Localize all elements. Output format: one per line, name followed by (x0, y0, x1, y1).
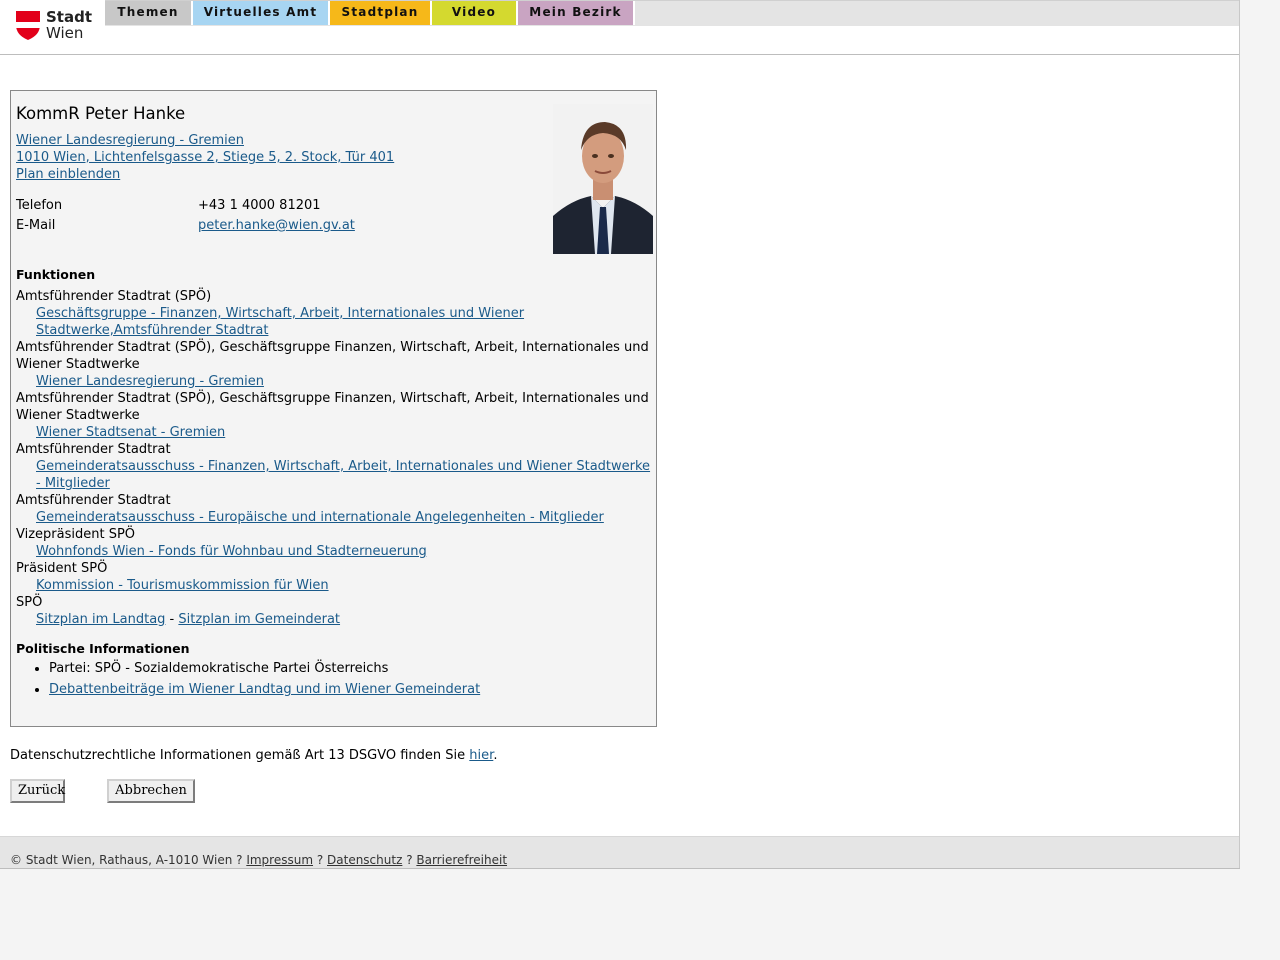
person-name: KommR Peter Hanke (16, 104, 186, 123)
show-map-link[interactable]: Plan einblenden (16, 167, 120, 182)
person-card: KommR Peter Hanke Wiener Landesregierung… (10, 90, 657, 727)
address-link[interactable]: 1010 Wien, Lichtenfelsgasse 2, Stiege 5,… (16, 150, 394, 165)
function-link[interactable]: Wiener Landesregierung - Gremien (36, 374, 264, 389)
footer-separator: ? (313, 853, 328, 867)
datenschutz-link[interactable]: Datenschutz (327, 853, 402, 867)
functions-heading: Funktionen (16, 267, 96, 282)
page: Stadt Wien Themen Virtuelles Amt Stadtpl… (0, 0, 1240, 869)
vienna-shield-icon (16, 11, 40, 40)
page-edge (1239, 0, 1240, 868)
footer-separator: ? (402, 853, 417, 867)
function-link[interactable]: Wohnfonds Wien - Fonds für Wohnbau und S… (36, 544, 427, 559)
function-role: Amtsführender Stadtrat (SPÖ) (16, 289, 212, 304)
function-role: SPÖ (16, 595, 43, 610)
seat-separator: - (165, 612, 179, 627)
phone-label: Telefon (16, 198, 63, 213)
function-link[interactable]: Gemeinderatsausschuss - Europäische und … (36, 510, 604, 525)
privacy-text: Datenschutzrechtliche Informationen gemä… (10, 748, 470, 763)
tab-virtuelles-amt[interactable]: Virtuelles Amt (193, 1, 330, 25)
function-link[interactable]: Kommission - Tourismuskommission für Wie… (36, 578, 329, 593)
barrierefreiheit-link[interactable]: Barrierefreiheit (416, 853, 507, 867)
email-link[interactable]: peter.hanke@wien.gv.at (198, 218, 355, 233)
logo-line-2: Wien (46, 24, 84, 42)
political-list: Partei: SPÖ - Sozialdemokratische Partei… (16, 658, 480, 700)
site-header: Stadt Wien Themen Virtuelles Amt Stadtpl… (0, 0, 1240, 55)
privacy-link[interactable]: hier (469, 748, 493, 763)
seat-plan-gemeinderat-link[interactable]: Sitzplan im Gemeinderat (178, 612, 340, 627)
function-role: Präsident SPÖ (16, 561, 108, 576)
function-link[interactable]: Gemeinderatsausschuss - Finanzen, Wirtsc… (36, 459, 650, 491)
tab-mein-bezirk[interactable]: Mein Bezirk (518, 1, 635, 25)
debates-item: Debattenbeiträge im Wiener Landtag und i… (49, 679, 480, 700)
function-link[interactable]: Wiener Stadtsenat - Gremien (36, 425, 225, 440)
function-role: Amtsführender Stadtrat (SPÖ), Geschäftsg… (16, 340, 649, 372)
email-label: E-Mail (16, 218, 56, 233)
back-button[interactable]: Zurück (10, 779, 65, 803)
tab-themen[interactable]: Themen (105, 1, 193, 25)
footer-copyright: © Stadt Wien, Rathaus, A-1010 Wien ? (10, 853, 247, 867)
logo-line-1: Stadt (46, 8, 93, 26)
person-photo (553, 104, 653, 254)
privacy-end: . (493, 748, 498, 763)
function-role: Vizepräsident SPÖ (16, 527, 136, 542)
tab-video[interactable]: Video (432, 1, 518, 25)
debates-link[interactable]: Debattenbeiträge im Wiener Landtag und i… (49, 682, 480, 697)
tab-stadtplan[interactable]: Stadtplan (330, 1, 432, 25)
org-link[interactable]: Wiener Landesregierung - Gremien (16, 133, 244, 148)
cancel-button[interactable]: Abbrechen (107, 779, 195, 803)
impressum-link[interactable]: Impressum (246, 853, 313, 867)
privacy-notice: Datenschutzrechtliche Informationen gemä… (10, 748, 497, 763)
seat-plan-landtag-link[interactable]: Sitzplan im Landtag (36, 612, 165, 627)
function-role: Amtsführender Stadtrat (16, 442, 171, 457)
stadt-wien-logo[interactable]: Stadt Wien (16, 8, 96, 42)
phone-value: +43 1 4000 81201 (198, 198, 321, 213)
political-heading: Politische Informationen (16, 641, 190, 656)
site-footer: © Stadt Wien, Rathaus, A-1010 Wien ? Imp… (0, 836, 1240, 869)
party-item: Partei: SPÖ - Sozialdemokratische Partei… (49, 658, 480, 679)
function-role: Amtsführender Stadtrat (SPÖ), Geschäftsg… (16, 391, 649, 423)
functions-list: Amtsführender Stadtrat (SPÖ) Geschäftsgr… (16, 288, 656, 628)
function-role: Amtsführender Stadtrat (16, 493, 171, 508)
function-link[interactable]: Geschäftsgruppe - Finanzen, Wirtschaft, … (36, 306, 524, 338)
